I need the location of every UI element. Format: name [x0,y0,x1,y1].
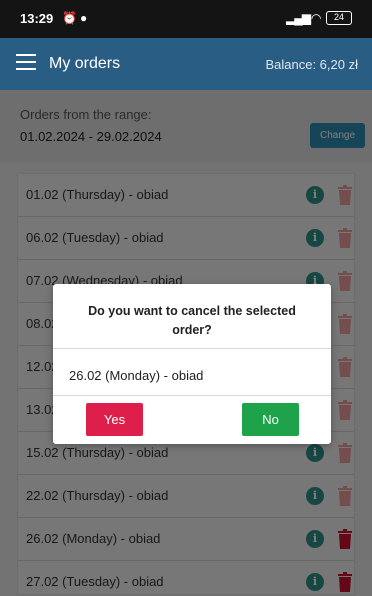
page-title: My orders [49,55,121,72]
signal-icon: ▂▄▆ [286,11,311,25]
status-time: 13:29 [20,11,54,26]
battery-icon: 24 [326,11,352,25]
menu-icon[interactable] [16,54,36,70]
divider [53,395,331,396]
status-bar: 13:29 ⏰ ● ▂▄▆ ◠ 24 [0,0,372,38]
divider [53,348,331,349]
alarm-icon: ⏰ [62,11,77,25]
wifi-icon: ◠ [311,11,322,25]
cancel-order-dialog: Do you want to cancel the selected order… [53,284,331,444]
dialog-order-label: 26.02 (Monday) - obiad [69,368,204,383]
balance-label: Balance: 6,20 zł [265,57,358,72]
dialog-question: Do you want to cancel the selected order… [88,304,296,337]
chat-icon: ● [80,11,88,25]
yes-button[interactable]: Yes [86,403,143,436]
app-bar: My orders Balance: 6,20 zł [0,38,372,90]
no-button[interactable]: No [242,403,299,436]
